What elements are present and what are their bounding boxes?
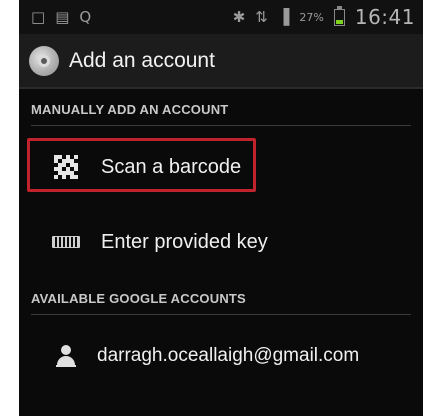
- battery-icon: [333, 5, 345, 26]
- section-header-manual: MANUALLY ADD AN ACCOUNT: [31, 102, 411, 126]
- page-title: Add an account: [69, 48, 215, 72]
- status-left-icons: □ ▤ Q: [31, 7, 92, 26]
- gallery-icon: ▤: [55, 7, 70, 26]
- notification-icon: □: [31, 7, 46, 26]
- search-icon: Q: [79, 7, 92, 26]
- enter-key-item[interactable]: Enter provided key: [19, 214, 423, 270]
- scan-barcode-item[interactable]: Scan a barcode: [19, 138, 423, 196]
- scan-barcode-label: Scan a barcode: [101, 155, 242, 178]
- qr-code-icon: [51, 152, 81, 182]
- title-bar: Add an account: [19, 34, 423, 89]
- signal-icon: ▐: [277, 7, 290, 26]
- battery-percent: 27%: [299, 10, 324, 24]
- status-bar: □ ▤ Q ✱ ⇅ ▐ 27% 16:41: [19, 0, 423, 34]
- bluetooth-icon: ✱: [232, 7, 246, 26]
- battery-level-fill: [335, 19, 343, 24]
- data-icon: ⇅: [255, 7, 268, 26]
- account-email: darragh.oceallaigh@gmail.com: [97, 345, 360, 366]
- authenticator-app-icon[interactable]: [29, 45, 59, 76]
- keyboard-icon: [51, 227, 81, 257]
- enter-key-label: Enter provided key: [101, 230, 268, 253]
- status-right-icons: ✱ ⇅ ▐ 27% 16:41: [233, 5, 415, 29]
- google-account-item[interactable]: darragh.oceallaigh@gmail.com: [19, 328, 423, 384]
- status-time: 16:41: [354, 5, 415, 29]
- section-header-google: AVAILABLE GOOGLE ACCOUNTS: [31, 291, 411, 315]
- person-icon: [51, 341, 81, 371]
- phone-screen: □ ▤ Q ✱ ⇅ ▐ 27% 16:41 Add an account MAN…: [19, 0, 423, 416]
